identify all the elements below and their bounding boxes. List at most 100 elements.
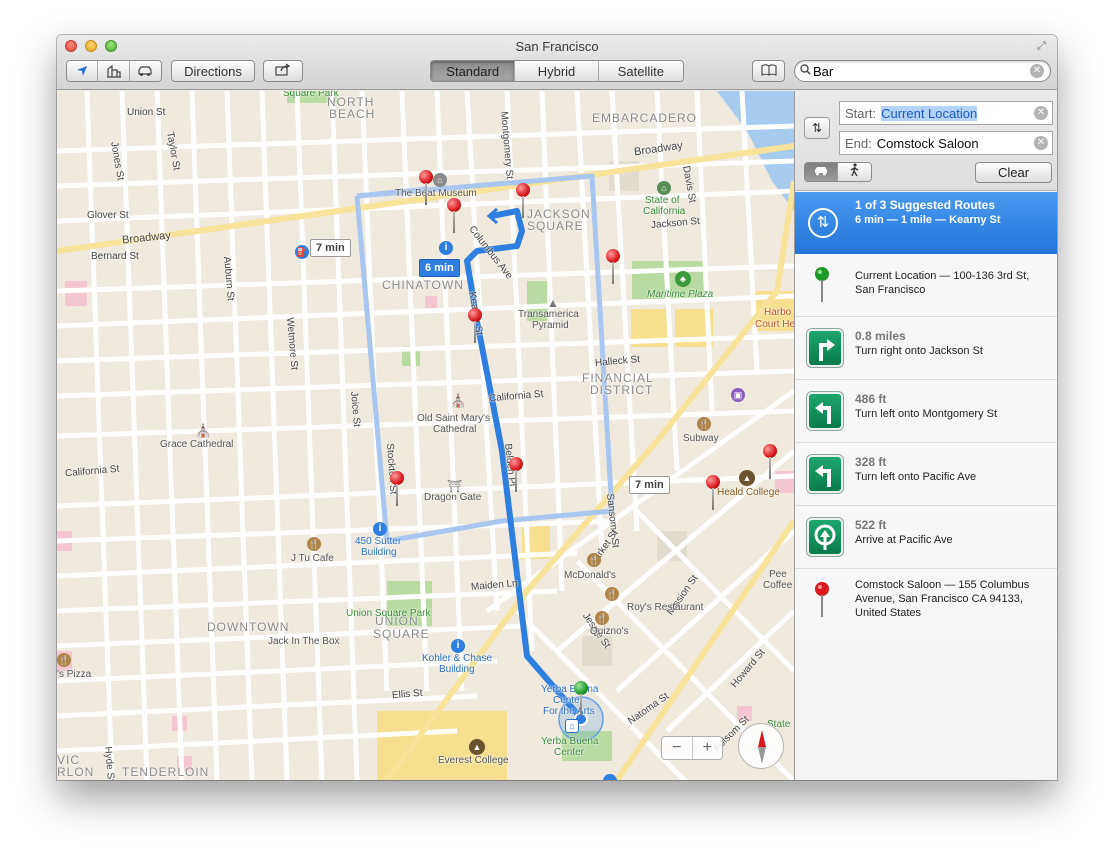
bookmarks-button[interactable]: [752, 60, 785, 82]
share-button[interactable]: [263, 60, 303, 82]
end-field[interactable]: End: Comstock Saloon ✕: [839, 131, 1053, 155]
search-input[interactable]: [813, 63, 1023, 79]
walking-mode-button[interactable]: [838, 163, 871, 181]
poi-label[interactable]: Building: [361, 547, 397, 558]
poi-label[interactable]: Heald College: [717, 487, 780, 498]
green-start-pin[interactable]: [572, 681, 590, 719]
poi-label[interactable]: Court He: [755, 319, 794, 330]
driving-mode-button[interactable]: [805, 163, 838, 181]
restaurant-icon[interactable]: 🍴: [587, 553, 601, 567]
poi-label[interactable]: Transamerica: [518, 309, 579, 320]
clear-button[interactable]: Clear: [975, 162, 1052, 183]
3d-buildings-icon[interactable]: [98, 61, 130, 81]
step-distance: 522 ft: [855, 518, 887, 532]
poi-label[interactable]: McDonald's: [564, 570, 616, 581]
museum-icon[interactable]: ⌂: [433, 173, 447, 187]
end-value[interactable]: Comstock Saloon: [877, 136, 979, 151]
red-pin[interactable]: [761, 444, 779, 482]
red-pin[interactable]: [388, 471, 406, 509]
swap-button[interactable]: ⇅: [804, 117, 830, 139]
car-icon[interactable]: [129, 61, 161, 81]
poi-label[interactable]: Maritime Plaza: [647, 289, 713, 300]
poi-label[interactable]: Yerba Buena: [541, 736, 598, 747]
poi-label[interactable]: Square Park: [283, 91, 339, 99]
tab-standard[interactable]: Standard: [431, 61, 516, 81]
poi-label[interactable]: Union Square Park: [346, 608, 431, 619]
poi-label[interactable]: California: [643, 206, 685, 217]
poi-label[interactable]: 450 Sutter: [355, 536, 401, 547]
info-icon[interactable]: i: [451, 639, 465, 653]
route-time-callout[interactable]: 7 min: [310, 239, 351, 257]
poi-label[interactable]: Harbo: [764, 307, 791, 318]
direction-step[interactable]: 486 ft Turn left onto Montgomery St: [795, 380, 1057, 443]
gate-icon[interactable]: ⛩: [447, 479, 462, 493]
tab-satellite[interactable]: Satellite: [598, 61, 683, 81]
school-icon[interactable]: ▲: [739, 470, 755, 486]
poi-label[interactable]: Subway: [683, 433, 719, 444]
poi-label[interactable]: Cathedral: [433, 424, 476, 435]
poi-label[interactable]: State of: [645, 195, 679, 206]
red-pin[interactable]: [704, 475, 722, 513]
gas-station-icon[interactable]: ⛽: [295, 245, 309, 259]
restaurant-icon[interactable]: 🍴: [57, 653, 71, 667]
red-pin[interactable]: [604, 249, 622, 287]
location-arrow-icon[interactable]: [67, 61, 99, 81]
poi-label[interactable]: Building: [439, 664, 475, 675]
restaurant-icon[interactable]: 🍴: [595, 611, 609, 625]
church-icon[interactable]: ⛪: [195, 423, 211, 439]
direction-step[interactable]: Comstock Saloon — 155 Columbus Avenue, S…: [795, 569, 1057, 639]
direction-step[interactable]: 328 ft Turn left onto Pacific Ave: [795, 443, 1057, 506]
poi-label[interactable]: Everest College: [438, 755, 509, 766]
fullscreen-icon[interactable]: ⤢: [1037, 39, 1051, 53]
map-view[interactable]: NORTH BEACH EMBARCADERO JACKSON SQUARE C…: [57, 91, 794, 780]
poi-label[interactable]: Grace Cathedral: [160, 439, 233, 450]
route-summary[interactable]: ⇅ 1 of 3 Suggested Routes 6 min — 1 mile…: [795, 192, 1057, 254]
poi-label[interactable]: J Tu Cafe: [291, 553, 334, 564]
info-icon[interactable]: i: [439, 241, 453, 255]
poi-label[interactable]: Center: [554, 747, 584, 758]
directions-button[interactable]: Directions: [171, 60, 255, 82]
poi-label[interactable]: Pyramid: [532, 320, 569, 331]
start-field[interactable]: Start: Current Location ✕: [839, 101, 1053, 125]
restaurant-icon[interactable]: 🍴: [697, 417, 711, 431]
restaurant-icon[interactable]: 🍴: [605, 587, 619, 601]
poi-label[interactable]: Pee: [769, 569, 787, 580]
red-pin[interactable]: [507, 457, 525, 495]
poi-label[interactable]: The Beat Museum: [395, 188, 477, 199]
tab-hybrid[interactable]: Hybrid: [515, 61, 599, 81]
clear-end-icon[interactable]: ✕: [1034, 136, 1048, 150]
museum-icon[interactable]: ⌂: [565, 719, 579, 733]
clear-search-icon[interactable]: ✕: [1030, 64, 1044, 78]
direction-step[interactable]: Current Location — 100-136 3rd St, San F…: [795, 254, 1057, 317]
area-label: CHINATOWN: [382, 278, 464, 292]
red-pin[interactable]: [466, 308, 484, 346]
pyramid-icon[interactable]: ▲: [547, 296, 559, 310]
red-pin[interactable]: [445, 198, 463, 236]
school-icon[interactable]: ▲: [469, 739, 485, 755]
poi-label[interactable]: Quizno's: [590, 626, 629, 637]
info-icon[interactable]: i: [373, 522, 387, 536]
restaurant-icon[interactable]: 🍴: [307, 537, 321, 551]
route-time-callout[interactable]: 7 min: [629, 476, 670, 494]
transit-icon[interactable]: ▣: [731, 388, 745, 402]
start-value[interactable]: Current Location: [881, 105, 978, 121]
poi-label[interactable]: Roy's Restaurant: [627, 602, 703, 613]
route-time-callout[interactable]: 6 min: [419, 259, 460, 277]
zoom-out-button[interactable]: −: [662, 737, 693, 759]
poi-label[interactable]: 's Pizza: [57, 669, 91, 680]
clear-start-icon[interactable]: ✕: [1034, 106, 1048, 120]
compass-button[interactable]: [738, 723, 784, 769]
direction-step[interactable]: 522 ft Arrive at Pacific Ave: [795, 506, 1057, 569]
direction-step[interactable]: 0.8 miles Turn right onto Jackson St: [795, 317, 1057, 380]
red-pin[interactable]: [514, 183, 532, 221]
poi-label[interactable]: Old Saint Mary's: [417, 413, 490, 424]
church-icon[interactable]: ⛪: [450, 393, 466, 409]
poi-label[interactable]: Jack In The Box: [268, 636, 340, 647]
poi-label[interactable]: Kohler & Chase: [422, 653, 492, 664]
zoom-in-button[interactable]: +: [693, 737, 723, 759]
poi-label[interactable]: Coffee: [763, 580, 792, 591]
park-tree-icon[interactable]: ♣: [675, 271, 691, 287]
red-pin[interactable]: [417, 170, 435, 208]
poi-label[interactable]: Dragon Gate: [424, 492, 481, 503]
landmark-icon[interactable]: ⌂: [657, 181, 671, 195]
